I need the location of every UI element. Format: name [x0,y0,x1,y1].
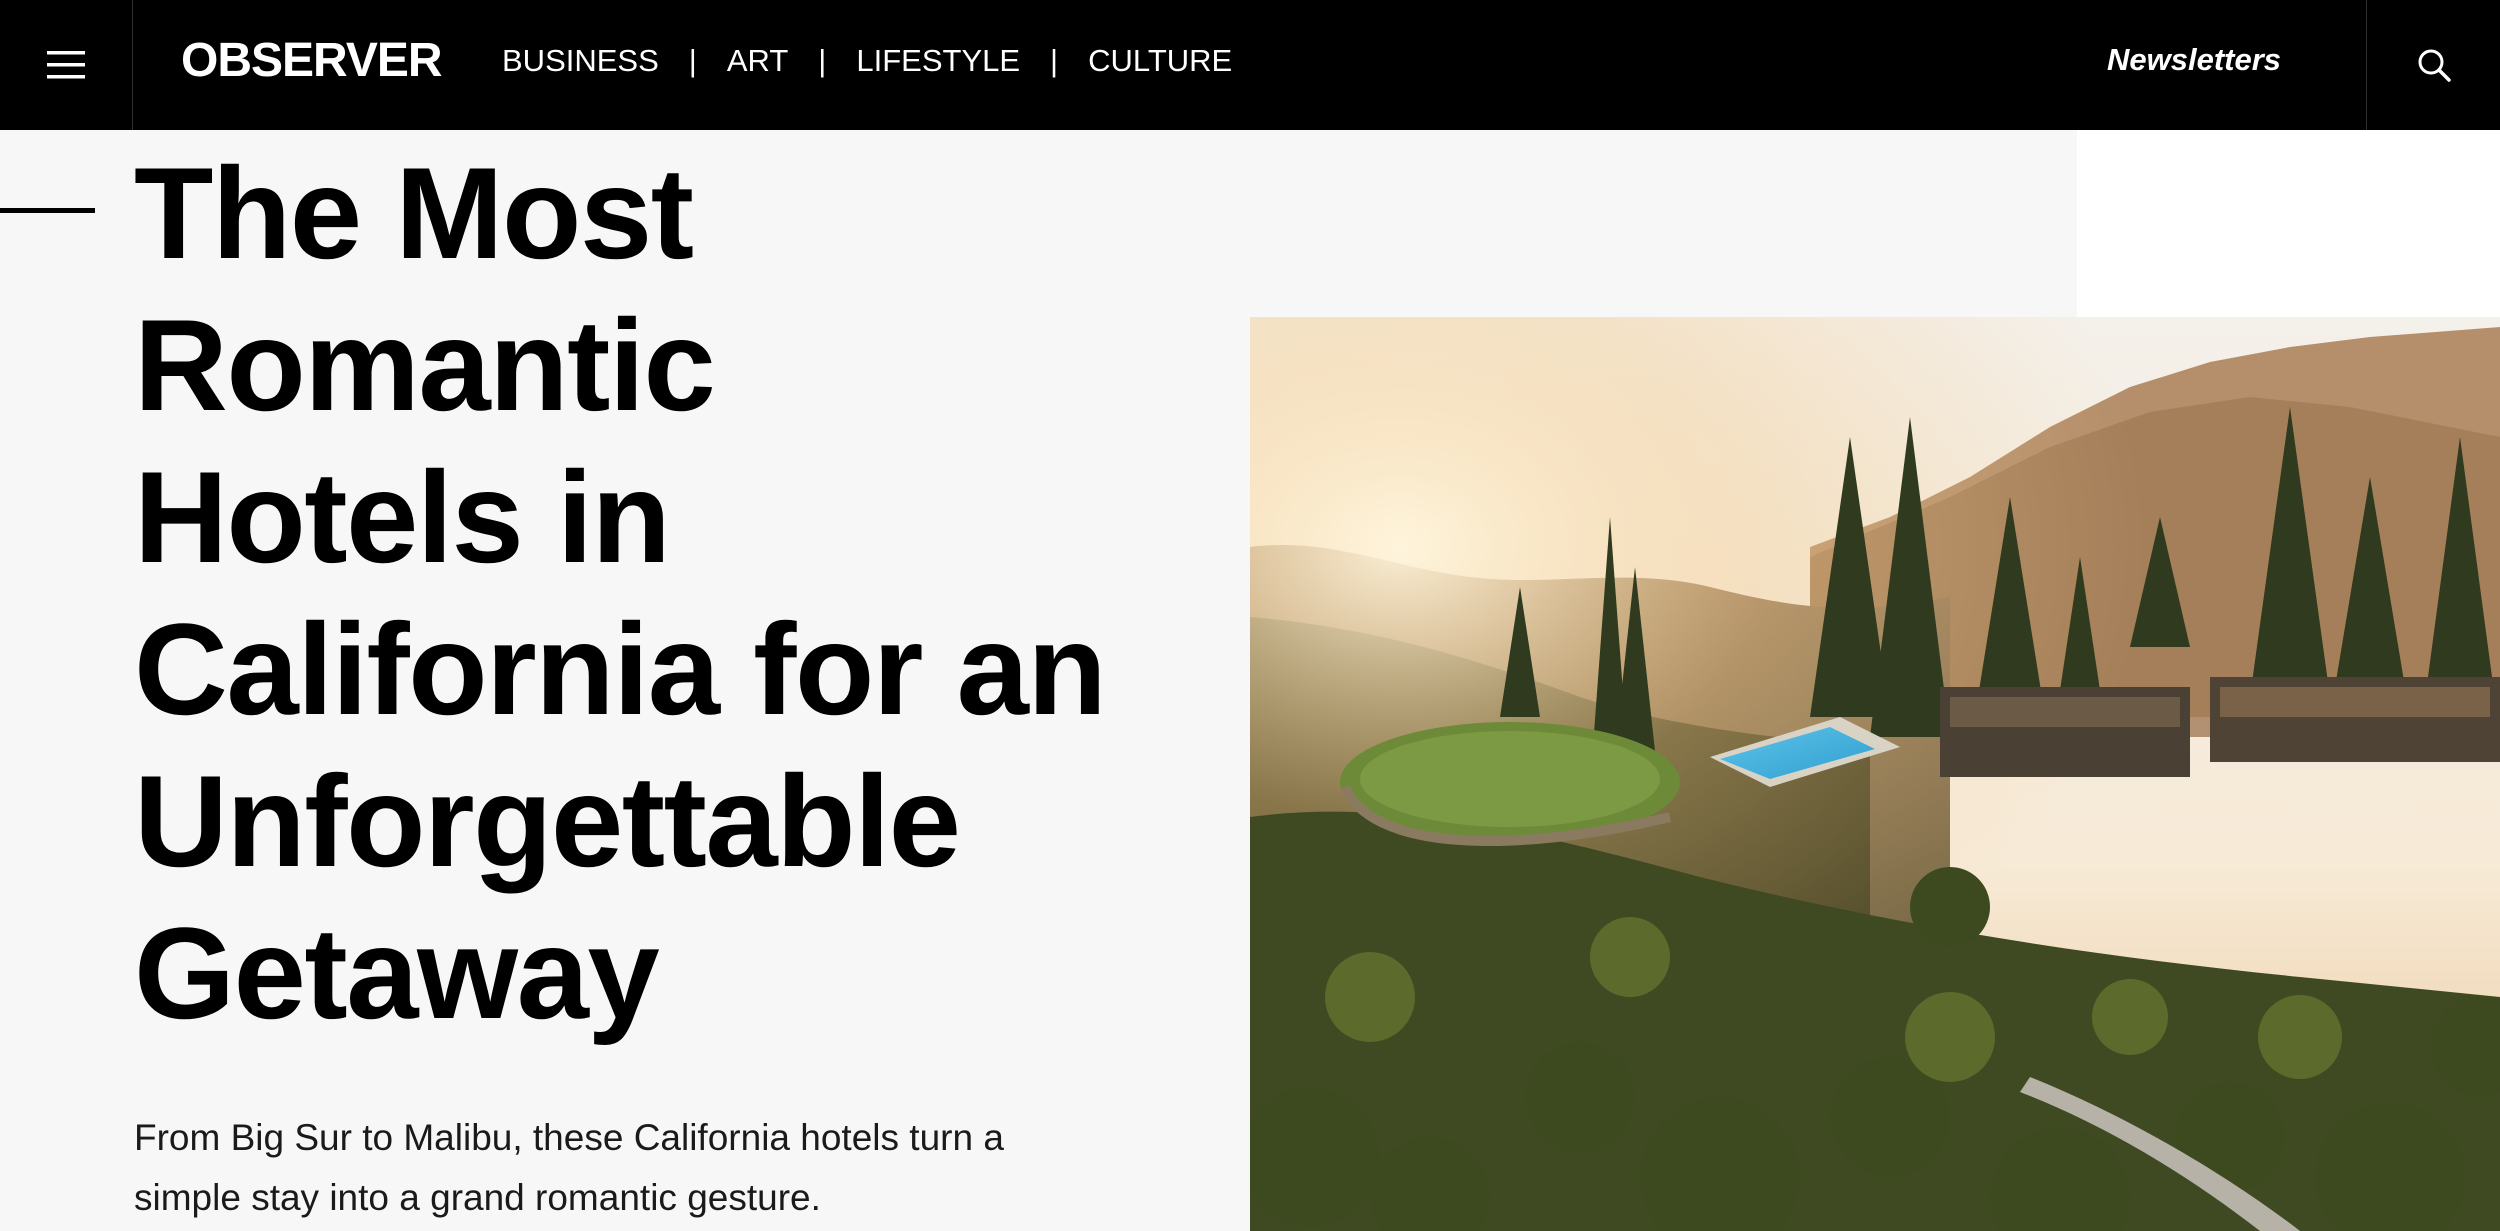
nav-separator: | [818,43,827,78]
hero-photo-illustration [1250,317,2500,1231]
headline-line: The Most [134,140,694,286]
hero-image [1250,317,2500,1231]
nav-link-lifestyle[interactable]: LIFESTYLE [856,43,1020,79]
headline-line: California for an [134,596,1107,742]
dek-line: From Big Sur to Malibu, these California… [134,1117,1004,1158]
menu-button[interactable] [0,0,133,130]
headline-line: Romantic [134,292,716,438]
dek-line: simple stay into a grand romantic gestur… [134,1177,821,1218]
article-headline: The Most Romantic Hotels in California f… [134,137,1214,1049]
nav-link-business[interactable]: BUSINESS [502,43,659,79]
search-icon [2418,49,2451,82]
search-button[interactable] [2366,0,2500,130]
nav-link-art[interactable]: ART [727,43,788,79]
nav-link-culture[interactable]: CULTURE [1088,43,1232,79]
top-navigation-bar: OBSERVER BUSINESS | ART | LIFESTYLE | CU… [0,0,2500,130]
nav-separator: | [1050,43,1059,78]
site-logo[interactable]: OBSERVER [181,0,443,130]
headline-accent-rule [0,208,95,213]
headline-line: Getaway [134,900,660,1046]
section-nav: BUSINESS | ART | LIFESTYLE | CULTURE [502,0,1232,130]
newsletters-link[interactable]: Newsletters [2107,0,2281,130]
hamburger-menu-icon [47,51,85,79]
ad-slot [2077,130,2500,317]
headline-line: Unforgettable [134,748,961,894]
nav-separator: | [688,43,697,78]
article-dek: From Big Sur to Malibu, these California… [134,1108,1164,1228]
headline-line: Hotels in [134,444,671,590]
